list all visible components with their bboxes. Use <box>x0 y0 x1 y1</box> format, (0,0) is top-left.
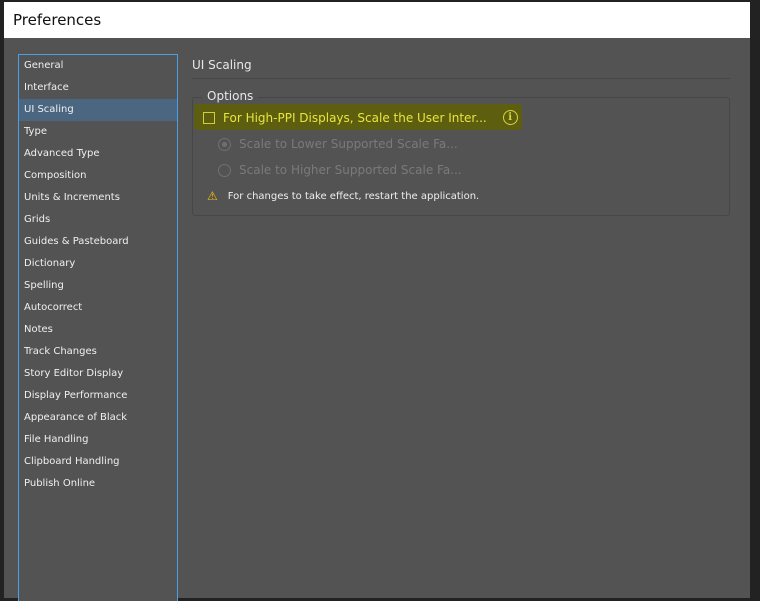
sidebar-item-dictionary[interactable]: Dictionary <box>19 253 177 275</box>
title-bar: Preferences <box>4 2 750 38</box>
radio-higher-scale[interactable]: Scale to Higher Supported Scale Fa... <box>218 163 462 177</box>
sidebar-item-grids[interactable]: Grids <box>19 209 177 231</box>
sidebar-item-track-changes[interactable]: Track Changes <box>19 341 177 363</box>
scale-ui-checkbox-row[interactable]: For High-PPI Displays, Scale the User In… <box>203 110 518 125</box>
sidebar-item-clipboard-handling[interactable]: Clipboard Handling <box>19 451 177 473</box>
restart-warning: ⚠ For changes to take effect, restart th… <box>207 189 479 203</box>
radio-higher-icon[interactable] <box>218 163 231 177</box>
radio-lower-icon[interactable] <box>218 137 231 151</box>
sidebar-item-display-performance[interactable]: Display Performance <box>19 385 177 407</box>
sidebar-item-interface[interactable]: Interface <box>19 77 177 99</box>
ui-scaling-panel: UI Scaling Options For High-PPI Displays… <box>192 54 730 216</box>
options-legend: Options <box>202 89 259 103</box>
sidebar-item-notes[interactable]: Notes <box>19 319 177 341</box>
sidebar-item-appearance-of-black[interactable]: Appearance of Black <box>19 407 177 429</box>
sidebar-item-autocorrect[interactable]: Autocorrect <box>19 297 177 319</box>
window-title: Preferences <box>13 11 102 29</box>
scale-ui-checkbox[interactable] <box>203 111 215 124</box>
options-group: Options For High-PPI Displays, Scale the… <box>192 89 730 216</box>
category-list[interactable]: General Interface UI Scaling Type Advanced T… <box>18 54 178 601</box>
sidebar-item-story-editor-display[interactable]: Story Editor Display <box>19 363 177 385</box>
sidebar-item-advanced-type[interactable]: Advanced Type <box>19 143 177 165</box>
warning-text: For changes to take effect, restart the … <box>227 190 480 202</box>
radio-lower-label: Scale to Lower Supported Scale Fa... <box>239 137 458 151</box>
sidebar-item-general[interactable]: General <box>19 55 177 77</box>
sidebar-item-guides-pasteboard[interactable]: Guides & Pasteboard <box>19 231 177 253</box>
info-icon[interactable]: i <box>502 110 518 125</box>
sidebar-item-spelling[interactable]: Spelling <box>19 275 177 297</box>
warning-icon: ⚠ <box>207 189 218 203</box>
sidebar-item-publish-online[interactable]: Publish Online <box>19 473 177 495</box>
sidebar-item-composition[interactable]: Composition <box>19 165 177 187</box>
sidebar-item-units-increments[interactable]: Units & Increments <box>19 187 177 209</box>
radio-lower-scale[interactable]: Scale to Lower Supported Scale Fa... <box>218 137 458 151</box>
radio-higher-label: Scale to Higher Supported Scale Fa... <box>239 163 462 177</box>
sidebar-item-type[interactable]: Type <box>19 121 177 143</box>
panel-heading: UI Scaling <box>192 58 730 79</box>
sidebar-item-file-handling[interactable]: File Handling <box>19 429 177 451</box>
scale-ui-label[interactable]: For High-PPI Displays, Scale the User In… <box>223 111 487 125</box>
preferences-window: Preferences General Interface UI Scaling Ty… <box>4 2 750 601</box>
sidebar-item-ui-scaling[interactable]: UI Scaling <box>19 99 177 121</box>
